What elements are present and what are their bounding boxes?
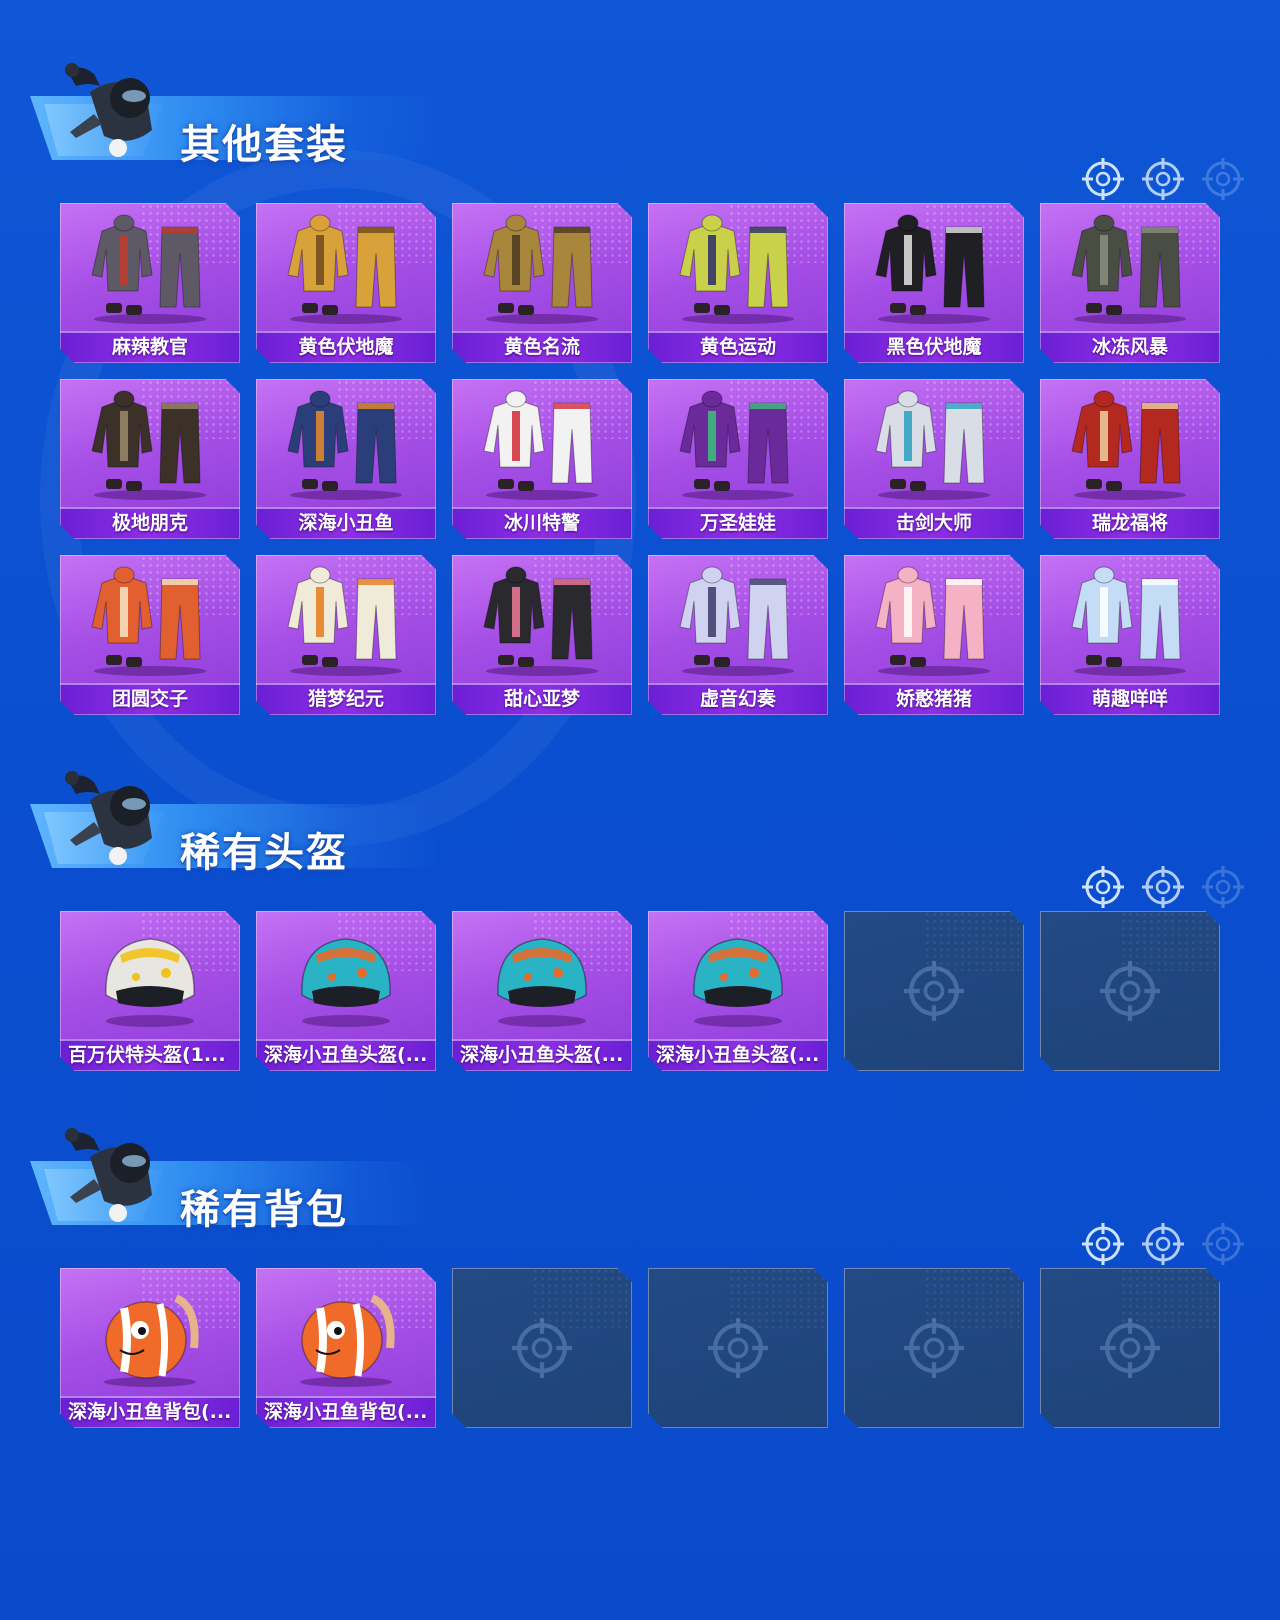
item-card[interactable]: 冰川特警 <box>452 379 632 539</box>
item-card[interactable]: 深海小丑鱼头盔(... <box>452 911 632 1071</box>
card-border <box>1040 379 1220 539</box>
item-card[interactable]: 击剑大师 <box>844 379 1024 539</box>
card-border <box>844 555 1024 715</box>
item-card[interactable]: 萌趣咩咩 <box>1040 555 1220 715</box>
mascot-icon <box>60 52 170 162</box>
card-border <box>844 379 1024 539</box>
empty-slot <box>1040 911 1220 1071</box>
crosshair-icon <box>1202 158 1244 200</box>
item-card[interactable]: 冰冻风暴 <box>1040 203 1220 363</box>
section-header: 稀有头盔 <box>0 768 1280 908</box>
item-card[interactable]: 深海小丑鱼头盔(... <box>648 911 828 1071</box>
item-card[interactable]: 甜心亚梦 <box>452 555 632 715</box>
card-border <box>256 555 436 715</box>
card-border <box>648 555 828 715</box>
item-card[interactable]: 万圣娃娃 <box>648 379 828 539</box>
crosshair-icon <box>1142 866 1184 908</box>
section-title: 稀有头盔 <box>180 830 348 876</box>
card-border <box>452 555 632 715</box>
card-border <box>60 1268 240 1428</box>
card-border <box>844 203 1024 363</box>
item-card[interactable]: 虚音幻奏 <box>648 555 828 715</box>
item-card[interactable]: 黄色运动 <box>648 203 828 363</box>
empty-slot <box>648 1268 828 1428</box>
card-border <box>256 911 436 1071</box>
card-border <box>452 911 632 1071</box>
crosshair-icon <box>1202 866 1244 908</box>
card-border <box>452 379 632 539</box>
reticle-group <box>1082 1223 1252 1273</box>
section-3: 稀有背包深海小丑鱼背包(... 深海小丑鱼背包(... <box>0 1125 1280 1428</box>
empty-slot <box>1040 1268 1220 1428</box>
item-card[interactable]: 团圆交子 <box>60 555 240 715</box>
item-card[interactable]: 深海小丑鱼背包(... <box>256 1268 436 1428</box>
card-border <box>648 379 828 539</box>
card-border <box>844 911 1024 1071</box>
item-card[interactable]: 深海小丑鱼背包(... <box>60 1268 240 1428</box>
empty-slot <box>844 1268 1024 1428</box>
empty-slot <box>452 1268 632 1428</box>
card-border <box>1040 911 1220 1071</box>
crosshair-icon <box>1142 1223 1184 1265</box>
empty-slot <box>844 911 1024 1071</box>
item-card[interactable]: 瑞龙福将 <box>1040 379 1220 539</box>
item-card[interactable]: 麻辣教官 <box>60 203 240 363</box>
card-border <box>256 203 436 363</box>
item-card[interactable]: 黑色伏地魔 <box>844 203 1024 363</box>
card-border <box>844 1268 1024 1428</box>
item-card[interactable]: 极地朋克 <box>60 379 240 539</box>
item-card[interactable]: 百万伏特头盔(1... <box>60 911 240 1071</box>
item-card[interactable]: 深海小丑鱼头盔(... <box>256 911 436 1071</box>
item-card[interactable]: 黄色名流 <box>452 203 632 363</box>
item-card[interactable]: 深海小丑鱼 <box>256 379 436 539</box>
section-1: 其他套装麻辣教官 黄色伏地魔 黄色名流 黄色运动 黑色伏地魔 冰冻风暴极地朋克 深海小丑鱼冰… <box>0 60 1280 715</box>
section-2: 稀有头盔 百万伏特头盔(1... 深海小丑鱼头盔(... 深海小丑鱼头盔(... 深海小… <box>0 768 1280 1071</box>
card-border <box>1040 203 1220 363</box>
mascot-icon <box>60 1117 170 1227</box>
crosshair-icon <box>1202 1223 1244 1265</box>
card-border <box>648 1268 828 1428</box>
crosshair-icon <box>1082 1223 1124 1265</box>
item-card[interactable]: 娇憨猪猪 <box>844 555 1024 715</box>
reticle-group <box>1082 866 1252 916</box>
card-border <box>452 1268 632 1428</box>
card-border <box>60 911 240 1071</box>
item-card[interactable]: 黄色伏地魔 <box>256 203 436 363</box>
section-title: 稀有背包 <box>180 1187 348 1233</box>
crosshair-icon <box>1082 158 1124 200</box>
card-border <box>60 555 240 715</box>
reticle-group <box>1082 158 1252 208</box>
card-border <box>648 203 828 363</box>
crosshair-icon <box>1142 158 1184 200</box>
section-title: 其他套装 <box>180 122 348 168</box>
section-header: 其他套装 <box>0 60 1280 200</box>
item-card[interactable]: 猎梦纪元 <box>256 555 436 715</box>
section-header: 稀有背包 <box>0 1125 1280 1265</box>
mascot-icon <box>60 760 170 870</box>
card-border <box>1040 1268 1220 1428</box>
card-border <box>60 203 240 363</box>
crosshair-icon <box>1082 866 1124 908</box>
card-border <box>1040 555 1220 715</box>
card-border <box>256 1268 436 1428</box>
card-border <box>648 911 828 1071</box>
card-border <box>452 203 632 363</box>
card-border <box>256 379 436 539</box>
card-border <box>60 379 240 539</box>
